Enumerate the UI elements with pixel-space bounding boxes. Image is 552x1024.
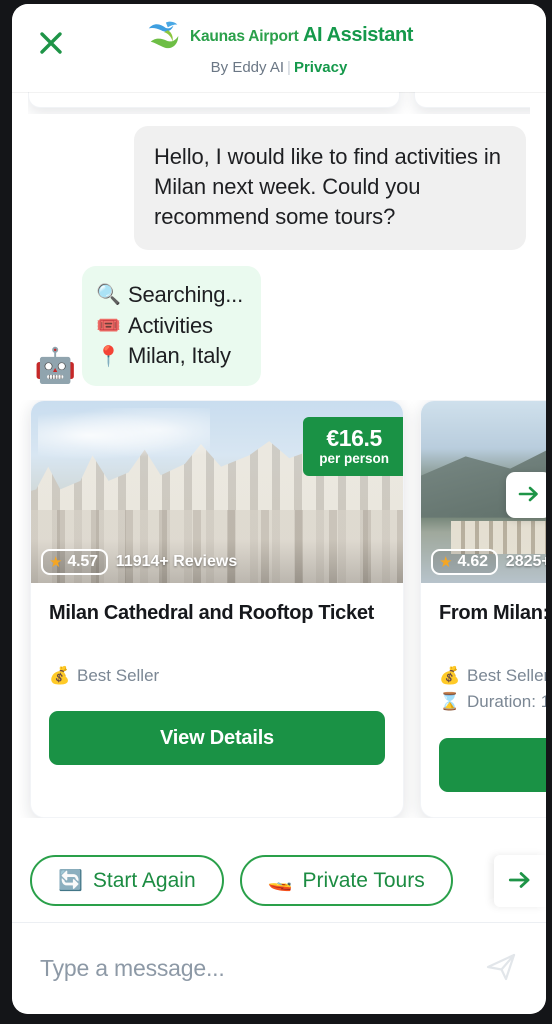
meta-line: ⌛ Duration: 1 — [439, 689, 546, 715]
send-button[interactable] — [478, 946, 524, 992]
bot-status-text: Milan, Italy — [128, 343, 231, 369]
arrow-right-icon — [516, 481, 542, 510]
star-icon: ★ — [49, 553, 63, 571]
rating-value: 4.57 — [67, 553, 98, 571]
reviews-count: 11914+ Reviews — [115, 553, 238, 571]
close-icon — [38, 30, 64, 56]
privacy-link[interactable]: Privacy — [294, 59, 347, 76]
chip-label: Start Again — [92, 868, 196, 892]
bot-status-bubble: 🔍 Searching... 🎟️ Activities 📍 Milan, It… — [82, 265, 262, 387]
meta-text: Best Seller — [467, 666, 546, 686]
chat-widget: Kaunas Airport AI Assistant By Eddy AI | P… — [12, 4, 546, 1014]
rating-badge: ★ 4.62 — [431, 549, 498, 576]
product-card-body: From Milan: and Varenna 💰 Best Seller ⌛ … — [421, 583, 546, 817]
user-message-bubble: Hello, I would like to find activities i… — [134, 126, 526, 250]
map-pin-icon: 📍 — [96, 345, 121, 368]
bot-status-line: 📍 Milan, Italy — [96, 341, 243, 372]
carousel-next-button[interactable] — [506, 472, 546, 519]
ghost-card — [414, 92, 530, 108]
send-paper-plane-icon — [483, 949, 519, 988]
money-bag-icon: 💰 — [439, 666, 461, 686]
bot-message-row: 🤖 🔍 Searching... 🎟️ Activities 📍 Milan, … — [12, 250, 546, 387]
ghost-card — [28, 92, 400, 108]
product-title: Milan Cathedral and Rooftop Ticket — [49, 602, 375, 625]
rating-row: ★ 4.57 11914+ Reviews — [41, 549, 238, 576]
bot-status-line: 🔍 Searching... — [96, 280, 243, 311]
money-bag-icon: 💰 — [49, 666, 71, 686]
byline-text: By Eddy AI — [210, 59, 285, 76]
meta-text: Duration: 1 — [467, 692, 546, 712]
robot-avatar-icon: 🤖 — [34, 347, 77, 386]
kaunas-airport-wave-logo-icon — [145, 16, 183, 54]
product-card-body: Milan Cathedral and Rooftop Ticket 💰 Bes… — [31, 583, 403, 785]
product-card-carousel[interactable]: €16.5 per person ★ 4.57 11914+ Reviews M… — [12, 400, 546, 818]
product-title: From Milan: and Varenna — [439, 602, 546, 625]
product-card[interactable]: €16.5 per person ★ 4.57 11914+ Reviews M… — [30, 400, 404, 818]
cloud-overlay — [38, 408, 210, 463]
bot-status-text: Searching... — [128, 281, 244, 307]
brand-byline: By Eddy AI | Privacy — [145, 59, 413, 76]
widget-header: Kaunas Airport AI Assistant By Eddy AI | P… — [12, 4, 546, 92]
scrolled-above-cards — [28, 92, 530, 114]
message-input[interactable] — [40, 955, 466, 982]
view-details-button[interactable] — [439, 737, 546, 792]
rating-row: ★ 4.62 2825+ R — [431, 549, 546, 576]
ticket-icon: 🎟️ — [96, 314, 121, 337]
price-unit: per person — [319, 451, 389, 467]
bot-status-line: 🎟️ Activities — [96, 311, 243, 342]
close-button[interactable] — [34, 26, 68, 60]
quick-reply-bar[interactable]: 🔄 Start Again 🚤 Private Tours — [12, 840, 546, 922]
price-amount: €16.5 — [326, 425, 382, 452]
speedboat-icon: 🚤 — [267, 870, 293, 892]
user-message-row: Hello, I would like to find activities i… — [12, 114, 546, 250]
quick-reply-private-tours[interactable]: 🚤 Private Tours — [239, 855, 453, 906]
meta-line: 💰 Best Seller — [439, 663, 546, 689]
magnifier-icon: 🔍 — [96, 284, 121, 307]
message-composer — [12, 922, 546, 1014]
refresh-icon: 🔄 — [58, 870, 83, 892]
price-badge: €16.5 per person — [303, 417, 403, 477]
rating-badge: ★ 4.57 — [41, 549, 108, 576]
quick-reply-next-button[interactable] — [494, 855, 546, 907]
brand-line-1: Kaunas Airport — [189, 27, 299, 45]
arrow-right-icon — [506, 866, 534, 897]
chat-scroll-area[interactable]: Hello, I would like to find activities i… — [12, 92, 546, 840]
view-details-button[interactable]: View Details — [49, 711, 385, 766]
star-icon: ★ — [439, 553, 453, 571]
rating-value: 4.62 — [457, 553, 488, 571]
hourglass-icon: ⌛ — [439, 692, 461, 712]
product-meta: 💰 Best Seller — [49, 663, 385, 689]
meta-text: Best Seller — [77, 666, 160, 686]
product-image: €16.5 per person ★ 4.57 11914+ Reviews — [31, 401, 403, 584]
quick-reply-start-again[interactable]: 🔄 Start Again — [30, 855, 224, 906]
byline-separator: | — [287, 59, 291, 76]
bot-status-text: Activities — [128, 312, 213, 338]
product-meta: 💰 Best Seller ⌛ Duration: 1 — [439, 663, 546, 716]
brand-line-2: AI Assistant — [303, 23, 414, 46]
device-frame: Kaunas Airport AI Assistant By Eddy AI | P… — [0, 0, 552, 1024]
chip-label: Private Tours — [302, 868, 425, 892]
product-card[interactable]: ★ 4.62 2825+ R From Milan: and Varenna 💰… — [420, 400, 546, 818]
reviews-count: 2825+ R — [505, 553, 546, 571]
meta-line: 💰 Best Seller — [49, 663, 385, 689]
brand-block: Kaunas Airport AI Assistant By Eddy AI | P… — [145, 12, 413, 76]
